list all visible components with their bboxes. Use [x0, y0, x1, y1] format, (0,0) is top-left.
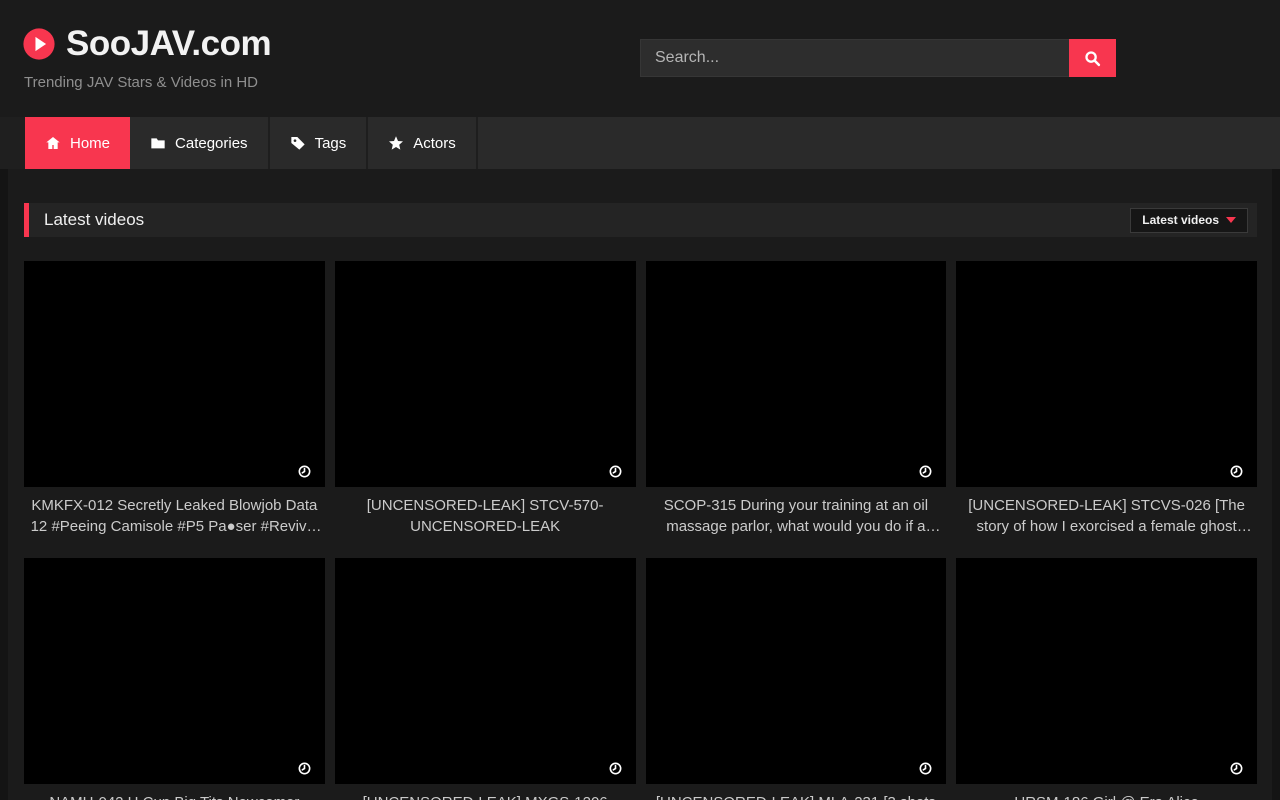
video-card[interactable]: [UNCENSORED-LEAK] MXGS-1206 Absolutely	[335, 558, 636, 800]
main-nav: Home Categories Tags Actors	[0, 117, 1280, 169]
video-title[interactable]: KMKFX-012 Secretly Leaked Blowjob Data 1…	[24, 495, 325, 537]
search-input[interactable]	[640, 39, 1069, 77]
home-icon	[45, 135, 61, 151]
nav-item-actors[interactable]: Actors	[368, 117, 478, 169]
clock-icon	[298, 465, 311, 478]
video-title[interactable]: URSM-186 Girl @ Era Alice	[956, 792, 1257, 800]
section-title: Latest videos	[29, 210, 144, 230]
search-form	[640, 39, 1116, 77]
video-title[interactable]: [UNCENSORED-LEAK] STCVS-026 [The story o…	[956, 495, 1257, 537]
brand: SooJAV.com Trending JAV Stars & Videos i…	[22, 24, 271, 91]
logo-link[interactable]: SooJAV.com	[22, 24, 271, 64]
nav-item-tags[interactable]: Tags	[270, 117, 369, 169]
video-title[interactable]: SCOP-315 During your training at an oil …	[646, 495, 947, 537]
sort-dropdown[interactable]: Latest videos	[1130, 208, 1248, 233]
video-card[interactable]: [UNCENSORED-LEAK] STCV-570-UNCENSORED-LE…	[335, 261, 636, 537]
clock-icon	[609, 465, 622, 478]
sort-dropdown-value: Latest videos	[1142, 213, 1219, 227]
nav-label: Categories	[175, 135, 248, 152]
content-area: Latest videos Latest videos KMKFX-012 Se…	[8, 169, 1272, 800]
video-thumbnail[interactable]	[646, 261, 947, 487]
video-title[interactable]: [UNCENSORED-LEAK] STCV-570-UNCENSORED-LE…	[335, 495, 636, 537]
video-card[interactable]: KMKFX-012 Secretly Leaked Blowjob Data 1…	[24, 261, 325, 537]
section-header: Latest videos Latest videos	[24, 203, 1257, 237]
search-button[interactable]	[1069, 39, 1116, 77]
clock-icon	[609, 762, 622, 775]
clock-icon	[1230, 465, 1243, 478]
site-header: SooJAV.com Trending JAV Stars & Videos i…	[0, 0, 1280, 117]
nav-item-categories[interactable]: Categories	[130, 117, 270, 169]
video-thumbnail[interactable]	[24, 558, 325, 784]
video-thumbnail[interactable]	[335, 261, 636, 487]
video-card[interactable]: URSM-186 Girl @ Era Alice	[956, 558, 1257, 800]
video-card[interactable]: [UNCENSORED-LEAK] STCVS-026 [The story o…	[956, 261, 1257, 537]
search-icon	[1084, 50, 1101, 67]
site-tagline: Trending JAV Stars & Videos in HD	[24, 74, 271, 91]
tag-icon	[290, 135, 306, 151]
video-card[interactable]: SCOP-315 During your training at an oil …	[646, 261, 947, 537]
clock-icon	[1230, 762, 1243, 775]
video-title[interactable]: [UNCENSORED-LEAK] MXGS-1206 Absolutely	[335, 792, 636, 800]
video-thumbnail[interactable]	[956, 261, 1257, 487]
video-title[interactable]: [UNCENSORED-LEAK] MLA-231 [3 shots in	[646, 792, 947, 800]
video-thumbnail[interactable]	[335, 558, 636, 784]
video-thumbnail[interactable]	[956, 558, 1257, 784]
video-thumbnail[interactable]	[24, 261, 325, 487]
video-card[interactable]: [UNCENSORED-LEAK] MLA-231 [3 shots in	[646, 558, 947, 800]
nav-label: Home	[70, 135, 110, 152]
nav-label: Tags	[315, 135, 347, 152]
video-title[interactable]: NAMH-042 H Cup Big Tits Newcomer (170cm …	[24, 792, 325, 800]
caret-down-icon	[1226, 217, 1236, 223]
clock-icon	[919, 762, 932, 775]
clock-icon	[298, 762, 311, 775]
nav-label: Actors	[413, 135, 456, 152]
site-title: SooJAV.com	[66, 24, 271, 64]
video-thumbnail[interactable]	[646, 558, 947, 784]
video-grid: KMKFX-012 Secretly Leaked Blowjob Data 1…	[24, 261, 1257, 800]
clock-icon	[919, 465, 932, 478]
star-icon	[388, 135, 404, 151]
nav-item-home[interactable]: Home	[25, 117, 130, 169]
folder-icon	[150, 135, 166, 151]
play-circle-icon	[22, 27, 56, 61]
video-card[interactable]: NAMH-042 H Cup Big Tits Newcomer (170cm …	[24, 558, 325, 800]
